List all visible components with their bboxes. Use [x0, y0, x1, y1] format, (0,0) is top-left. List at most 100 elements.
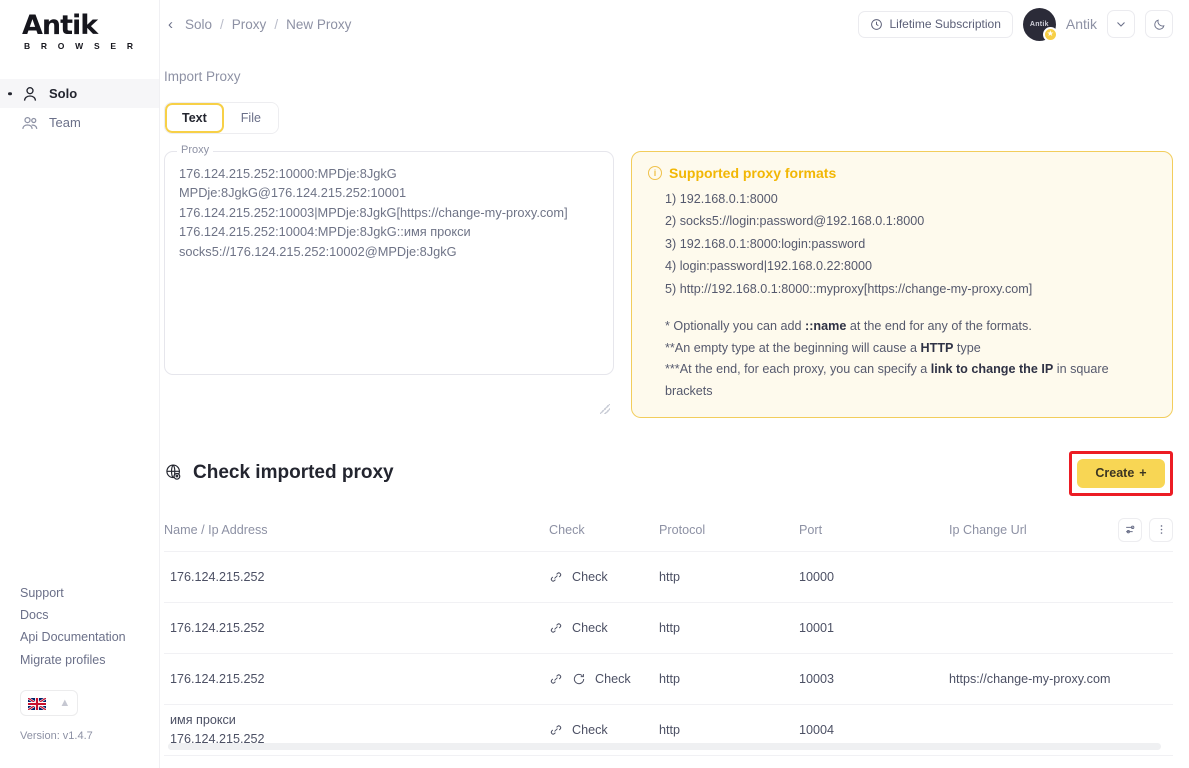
breadcrumb-separator-2: / — [274, 16, 279, 32]
breadcrumb-item-new-proxy[interactable]: New Proxy — [286, 17, 351, 32]
language-selector[interactable]: ▲ — [20, 690, 78, 716]
breadcrumb-item-proxy[interactable]: Proxy — [232, 17, 267, 32]
column-header-ip-change-url: Ip Change Url — [949, 522, 1027, 537]
cell-proxy-name: имя прокси — [170, 713, 236, 728]
account-menu-button[interactable] — [1107, 10, 1135, 38]
supported-formats-title: Supported proxy formats — [669, 165, 837, 181]
scrollbar-thumb[interactable] — [168, 743, 1042, 750]
cell-port: 10001 — [799, 620, 835, 635]
content: Import Proxy Text File Proxy 176.124.215… — [160, 48, 1189, 768]
table-column-headers: Name / Ip Address Check Protocol Port Ip… — [164, 517, 1173, 542]
check-action[interactable]: Check — [549, 570, 659, 584]
link-icon — [549, 672, 563, 686]
theme-toggle-button[interactable] — [1145, 10, 1173, 38]
plus-icon: + — [1139, 466, 1147, 481]
link-icon — [549, 723, 563, 737]
cell-port: 10004 — [799, 722, 835, 737]
main-area: ‹ Solo / Proxy / New Proxy Lifetime Subs… — [160, 0, 1189, 768]
check-label: Check — [572, 722, 608, 737]
table-header-row: Check imported proxy Create + — [164, 450, 1173, 496]
breadcrumb-item-solo[interactable]: Solo — [185, 17, 212, 32]
tab-text[interactable]: Text — [165, 103, 224, 133]
table-row[interactable]: 176.124.215.252 Check http 10003 https:/… — [164, 653, 1173, 705]
create-button-highlight: Create + — [1069, 450, 1173, 496]
check-action[interactable]: Check — [549, 672, 659, 686]
uk-flag-icon — [27, 697, 47, 711]
info-icon: i — [648, 166, 662, 180]
supported-formats-box: i Supported proxy formats 1) 192.168.0.1… — [631, 151, 1173, 418]
cell-name: 176.124.215.252 — [164, 619, 549, 637]
app-root: Antik B R O W S E R Solo Team Support Do… — [0, 0, 1189, 768]
moon-icon — [1153, 18, 1165, 30]
cell-protocol: http — [659, 620, 681, 635]
back-button[interactable]: ‹ — [164, 16, 177, 33]
format-item-5: 5) http://192.168.0.1:8000::myproxy[http… — [665, 281, 1033, 296]
format-item-1: 1) 192.168.0.1:8000 — [665, 192, 778, 206]
cell-ip: 176.124.215.252 — [170, 569, 265, 584]
table-row[interactable]: 176.124.215.252 Check — [164, 602, 1173, 654]
import-panels: Proxy 176.124.215.252:10000:MPDje:8JgkG … — [164, 144, 1173, 418]
check-label: Check — [572, 569, 608, 584]
import-mode-tabs: Text File — [164, 102, 279, 134]
link-api-documentation[interactable]: Api Documentation — [20, 628, 126, 647]
import-proxy-label: Import Proxy — [164, 69, 241, 84]
sidebar-item-label-solo: Solo — [49, 86, 78, 101]
create-button-label: Create — [1095, 466, 1135, 481]
cell-check: Check — [549, 672, 659, 686]
subscription-label: Lifetime Subscription — [889, 17, 1001, 31]
cell-ip-change-url: https://change-my-proxy.com — [949, 671, 1111, 686]
subscription-badge[interactable]: Lifetime Subscription — [858, 10, 1013, 38]
check-action[interactable]: Check — [549, 723, 659, 737]
app-version: Version: v1.4.7 — [20, 730, 93, 742]
avatar[interactable]: Antik ★ — [1022, 7, 1058, 42]
username-label: Antik — [1065, 16, 1097, 32]
table-row[interactable]: 176.124.215.252 Check — [164, 755, 1173, 768]
resize-handle[interactable] — [600, 403, 610, 414]
link-icon — [549, 621, 563, 635]
user-icon — [20, 84, 40, 104]
supported-formats-title-row: i Supported proxy formats — [648, 165, 1156, 181]
column-header-name: Name / Ip Address — [164, 522, 268, 537]
sliders-icon — [1125, 525, 1134, 534]
proxy-textarea[interactable]: 176.124.215.252:10000:MPDje:8JgkG MPDje:… — [164, 151, 614, 375]
check-action[interactable]: Check — [549, 621, 659, 635]
note-3: ***At the end, for each proxy, you can s… — [665, 362, 1109, 398]
cell-protocol: http — [659, 671, 681, 686]
sidebar-item-solo[interactable]: Solo — [0, 79, 159, 108]
horizontal-scrollbar[interactable] — [168, 743, 1161, 750]
create-button[interactable]: Create + — [1077, 458, 1165, 488]
tab-file[interactable]: File — [223, 103, 278, 133]
link-docs[interactable]: Docs — [20, 606, 126, 625]
sidebar-item-label-team: Team — [49, 115, 81, 130]
users-icon — [20, 113, 40, 133]
cell-check: Check — [549, 621, 659, 635]
refresh-icon[interactable] — [572, 672, 586, 686]
cell-port: 10000 — [799, 569, 835, 584]
link-migrate-profiles[interactable]: Migrate profiles — [20, 651, 126, 670]
sidebar-nav: Solo Team — [0, 79, 159, 137]
table-row[interactable]: 176.124.215.252 Check — [164, 551, 1173, 603]
note-2: **An empty type at the beginning will ca… — [665, 340, 981, 355]
topbar-actions: Lifetime Subscription Antik ★ Antik — [858, 7, 1173, 42]
check-label: Check — [572, 620, 608, 635]
sidebar-item-team[interactable]: Team — [0, 108, 159, 137]
proxy-textarea-legend: Proxy — [177, 144, 214, 156]
page-title: Check imported proxy — [193, 462, 394, 484]
chevron-up-icon: ▲ — [59, 696, 71, 709]
cell-port: 10003 — [799, 671, 835, 686]
chevron-down-icon — [1117, 22, 1125, 27]
format-notes: * Optionally you can add ::name at the e… — [648, 316, 1156, 403]
link-support[interactable]: Support — [20, 584, 126, 603]
clock-icon — [870, 18, 883, 31]
breadcrumb-separator-1: / — [220, 16, 224, 32]
brand-logo[interactable]: Antik B R O W S E R — [0, 0, 159, 51]
proxy-table-body: 176.124.215.252 Check http 10000 176.124… — [164, 550, 1173, 768]
cell-protocol: http — [659, 569, 681, 584]
column-settings-button[interactable] — [1118, 517, 1142, 542]
table-more-menu-button[interactable] — [1149, 517, 1173, 542]
link-icon — [549, 570, 563, 584]
cell-protocol: http — [659, 722, 681, 737]
formats-list: 1) 192.168.0.1:8000 2) socks5://login:pa… — [648, 188, 1156, 300]
globe-icon — [164, 463, 184, 483]
note-1: * Optionally you can add ::name at the e… — [665, 319, 1032, 334]
